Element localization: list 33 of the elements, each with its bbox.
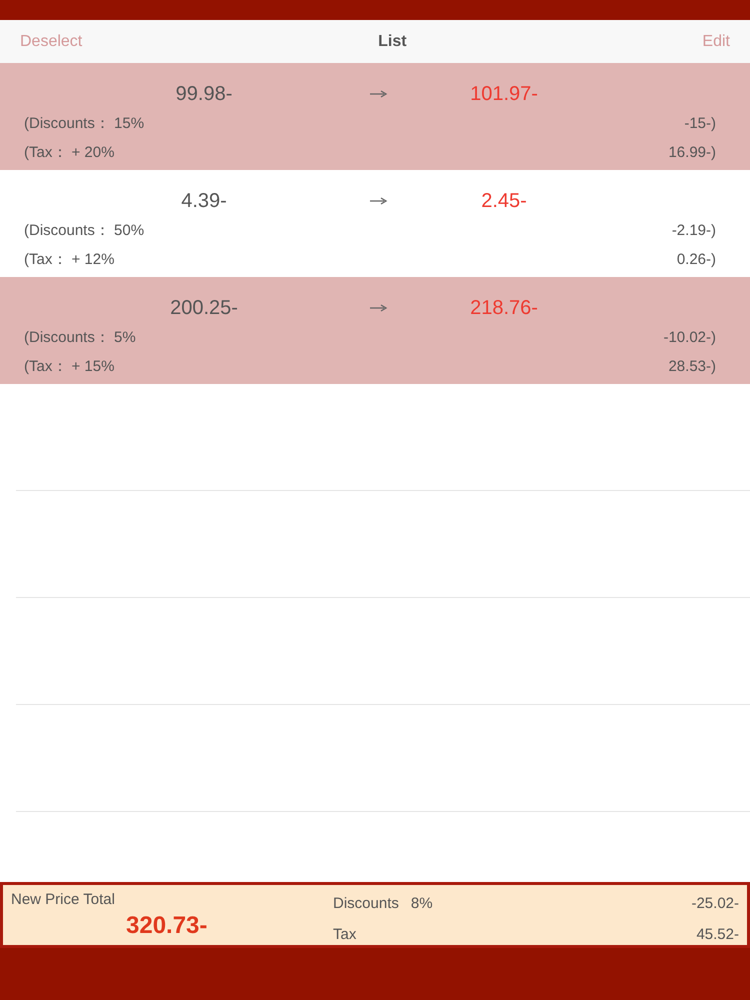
new-price: 218.76- (470, 296, 539, 321)
list-row[interactable]: 200.25- 218.76- (Discounts： 5% -10.02-) (Tax： + 15% 28.53-) (0, 277, 750, 384)
edit-button[interactable]: Edit (702, 30, 730, 54)
nav-title: List (378, 32, 407, 52)
original-price: 200.25- (169, 296, 238, 321)
discount-label: Discounts (333, 894, 399, 914)
tax-value: 0.26-) (676, 250, 716, 270)
tax-value: 28.53-) (668, 356, 716, 376)
tax-label: (Tax： + 15% (24, 356, 114, 376)
total-label: New Price Total (11, 890, 116, 910)
discount-value: -10.02-) (663, 328, 716, 348)
new-price: 2.45- (481, 189, 528, 214)
arrow-icon (369, 303, 389, 313)
discount-label: (Discounts： 50% (24, 221, 144, 241)
discount-rate: 8% (410, 894, 433, 914)
tax-label: (Tax： + 12% (24, 250, 114, 270)
arrow-icon (369, 196, 389, 206)
discount-value: -15-) (684, 114, 716, 134)
original-price: 99.98- (174, 82, 232, 107)
discount-value: -25.02- (691, 894, 739, 914)
discount-label: (Discounts： 5% (24, 328, 136, 348)
discount-label: (Discounts： 15% (24, 114, 144, 134)
tax-label: Tax (333, 924, 356, 944)
discount-value: -2.19-) (672, 221, 716, 241)
tax-label: (Tax： + 20% (24, 142, 114, 162)
tax-value: 45.52- (696, 924, 739, 944)
list-row[interactable]: 99.98- 101.97- (Discounts： 15% -15-) (Tax： + 20% 16.99-) (0, 63, 750, 170)
arrow-icon (369, 89, 389, 99)
original-price: 4.39- (180, 189, 227, 214)
new-price: 101.97- (470, 82, 539, 107)
deselect-button[interactable]: Deselect (20, 30, 82, 54)
total-value: 320.73- (125, 912, 208, 940)
tax-value: 16.99-) (668, 142, 716, 162)
